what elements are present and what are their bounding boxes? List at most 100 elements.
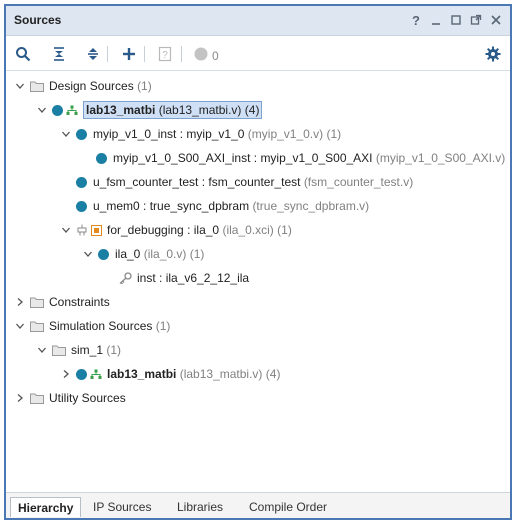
tree-node-fsm-counter[interactable]: u_fsm_counter_test : fsm_counter_test (f… xyxy=(76,172,413,192)
tree-node-file: (ila_0.xci) xyxy=(222,223,274,237)
chevron-right-icon[interactable] xyxy=(14,296,26,308)
ip-core-icon xyxy=(91,224,102,236)
tree-node-name: lab13_matbi xyxy=(107,367,177,381)
tree-node-constraints[interactable]: Constraints xyxy=(14,292,110,312)
float-icon[interactable] xyxy=(468,12,484,28)
tree-node-sim-lab13-matbi[interactable]: lab13_matbi (lab13_matbi.v) (4) xyxy=(60,364,280,384)
tree-node-file: (myip_v1_0.v) xyxy=(247,127,324,141)
tree-node-module: myip_v1_0_S00_AXI xyxy=(260,151,373,165)
tree-node-module: ila_v6_2_12_ila xyxy=(165,271,250,285)
panel-title: Sources xyxy=(14,13,62,27)
tree-node-file: (myip_v1_0_S00_AXI.v) xyxy=(375,151,506,165)
selected-node-label[interactable]: lab13_matbi (lab13_matbi.v) (4) xyxy=(83,101,263,119)
tree-node-file: (ila_0.v) xyxy=(143,247,187,261)
folder-icon xyxy=(52,344,66,356)
chevron-down-icon[interactable] xyxy=(14,320,26,332)
status-circle-icon[interactable] xyxy=(192,45,210,63)
svg-text:?: ? xyxy=(162,50,168,61)
sources-tree: Design Sources (1) lab13_matbi (lab13_ma… xyxy=(6,72,510,492)
tree-node-count: (1) xyxy=(326,127,342,141)
chevron-down-icon[interactable] xyxy=(82,248,94,260)
tree-node-myip-inst[interactable]: myip_v1_0_inst : myip_v1_0 (myip_v1_0.v)… xyxy=(60,124,341,144)
gear-icon[interactable] xyxy=(484,45,502,63)
chevron-right-icon[interactable] xyxy=(14,392,26,404)
chevron-right-icon[interactable] xyxy=(60,368,72,380)
tab-hierarchy[interactable]: Hierarchy xyxy=(10,497,82,517)
module-icon xyxy=(52,104,63,116)
tree-node-count: (1) xyxy=(137,79,152,93)
tree-node-file: (fsm_counter_test.v) xyxy=(303,175,414,189)
tree-node-ila0[interactable]: ila_0 (ila_0.v) (1) xyxy=(82,244,204,264)
status-count: 0 xyxy=(212,49,219,63)
panel-titlebar: Sources ? xyxy=(6,6,510,36)
tree-node-lab13-matbi[interactable]: lab13_matbi (lab13_matbi.v) (4) xyxy=(36,100,263,120)
hierarchy-top-icon xyxy=(66,105,78,116)
minimize-icon[interactable] xyxy=(428,12,444,28)
collapse-all-icon[interactable] xyxy=(50,45,68,63)
tree-node-inst: u_mem0 xyxy=(93,199,140,213)
module-icon xyxy=(76,368,87,380)
tree-node-sep: : xyxy=(250,151,261,165)
tree-node-sep: : xyxy=(198,175,209,189)
tree-node-label: sim_1 xyxy=(71,343,104,357)
tree-node-inst[interactable]: inst : ila_v6_2_12_ila xyxy=(118,268,249,288)
folder-icon xyxy=(30,296,44,308)
tab-ip-sources[interactable]: IP Sources xyxy=(86,497,158,517)
tree-node-s00-axi-inst[interactable]: myip_v1_0_S00_AXI_inst : myip_v1_0_S00_A… xyxy=(96,148,505,168)
tree-node-sep: : xyxy=(155,271,166,285)
tree-node-simulation-sources[interactable]: Simulation Sources (1) xyxy=(14,316,170,336)
tab-compile-order[interactable]: Compile Order xyxy=(242,497,334,517)
tree-node-module: true_sync_dpbram xyxy=(149,199,250,213)
tree-node-inst: myip_v1_0_inst xyxy=(93,127,177,141)
tree-node-mem0[interactable]: u_mem0 : true_sync_dpbram (true_sync_dpb… xyxy=(76,196,369,216)
chevron-down-icon[interactable] xyxy=(14,80,26,92)
tree-node-module: fsm_counter_test xyxy=(208,175,301,189)
add-icon[interactable] xyxy=(120,45,138,63)
tree-node-count: (1) xyxy=(189,247,205,261)
close-icon[interactable] xyxy=(488,12,504,28)
tree-node-count: (4) xyxy=(265,367,281,381)
tree-node-design-sources[interactable]: Design Sources (1) xyxy=(14,76,152,96)
search-icon[interactable] xyxy=(14,45,32,63)
tree-node-count: (1) xyxy=(277,223,292,237)
bottom-tab-bar: Hierarchy IP Sources Libraries Compile O… xyxy=(6,492,510,518)
hierarchy-top-icon xyxy=(90,369,102,380)
tree-node-utility-sources[interactable]: Utility Sources xyxy=(14,388,126,408)
tree-node-for-debugging[interactable]: for_debugging : ila_0 (ila_0.xci) (1) xyxy=(60,220,292,240)
tree-node-sep: : xyxy=(139,199,150,213)
tree-node-label: Utility Sources xyxy=(49,391,126,405)
module-icon xyxy=(76,200,87,212)
expand-all-icon[interactable] xyxy=(84,45,102,63)
toolbar-separator xyxy=(144,46,145,62)
maximize-icon[interactable] xyxy=(448,12,464,28)
module-icon xyxy=(76,128,87,140)
tab-libraries[interactable]: Libraries xyxy=(170,497,230,517)
tree-node-label: Design Sources xyxy=(49,79,134,93)
folder-icon xyxy=(30,80,44,92)
tree-node-module: myip_v1_0 xyxy=(186,127,245,141)
tree-node-file: (lab13_matbi.v) xyxy=(179,367,263,381)
tree-node-inst-name: inst xyxy=(137,271,156,285)
tree-node-sep: : xyxy=(183,223,194,237)
ip-connector-icon xyxy=(76,224,88,236)
module-icon xyxy=(98,248,109,260)
toolbar-separator xyxy=(107,46,108,62)
tree-node-count: (4) xyxy=(244,103,260,117)
key-icon xyxy=(118,272,132,284)
tree-node-file: (true_sync_dpbram.v) xyxy=(252,199,370,213)
chevron-down-icon[interactable] xyxy=(60,224,72,236)
chevron-down-icon[interactable] xyxy=(60,128,72,140)
tree-node-count: (1) xyxy=(106,343,122,357)
chevron-down-icon[interactable] xyxy=(36,104,48,116)
tree-node-label: Simulation Sources xyxy=(49,319,153,333)
folder-icon xyxy=(30,320,44,332)
tree-node-label: Constraints xyxy=(49,295,110,309)
unknown-help-icon[interactable]: ? xyxy=(156,45,174,63)
tree-node-sim1[interactable]: sim_1 (1) xyxy=(36,340,121,360)
help-icon[interactable]: ? xyxy=(408,12,424,28)
chevron-down-icon[interactable] xyxy=(36,344,48,356)
tree-node-count: (1) xyxy=(155,319,171,333)
toolbar-separator xyxy=(181,46,182,62)
tree-node-name: lab13_matbi xyxy=(86,103,156,117)
tree-node-file: (lab13_matbi.v) xyxy=(158,103,242,117)
